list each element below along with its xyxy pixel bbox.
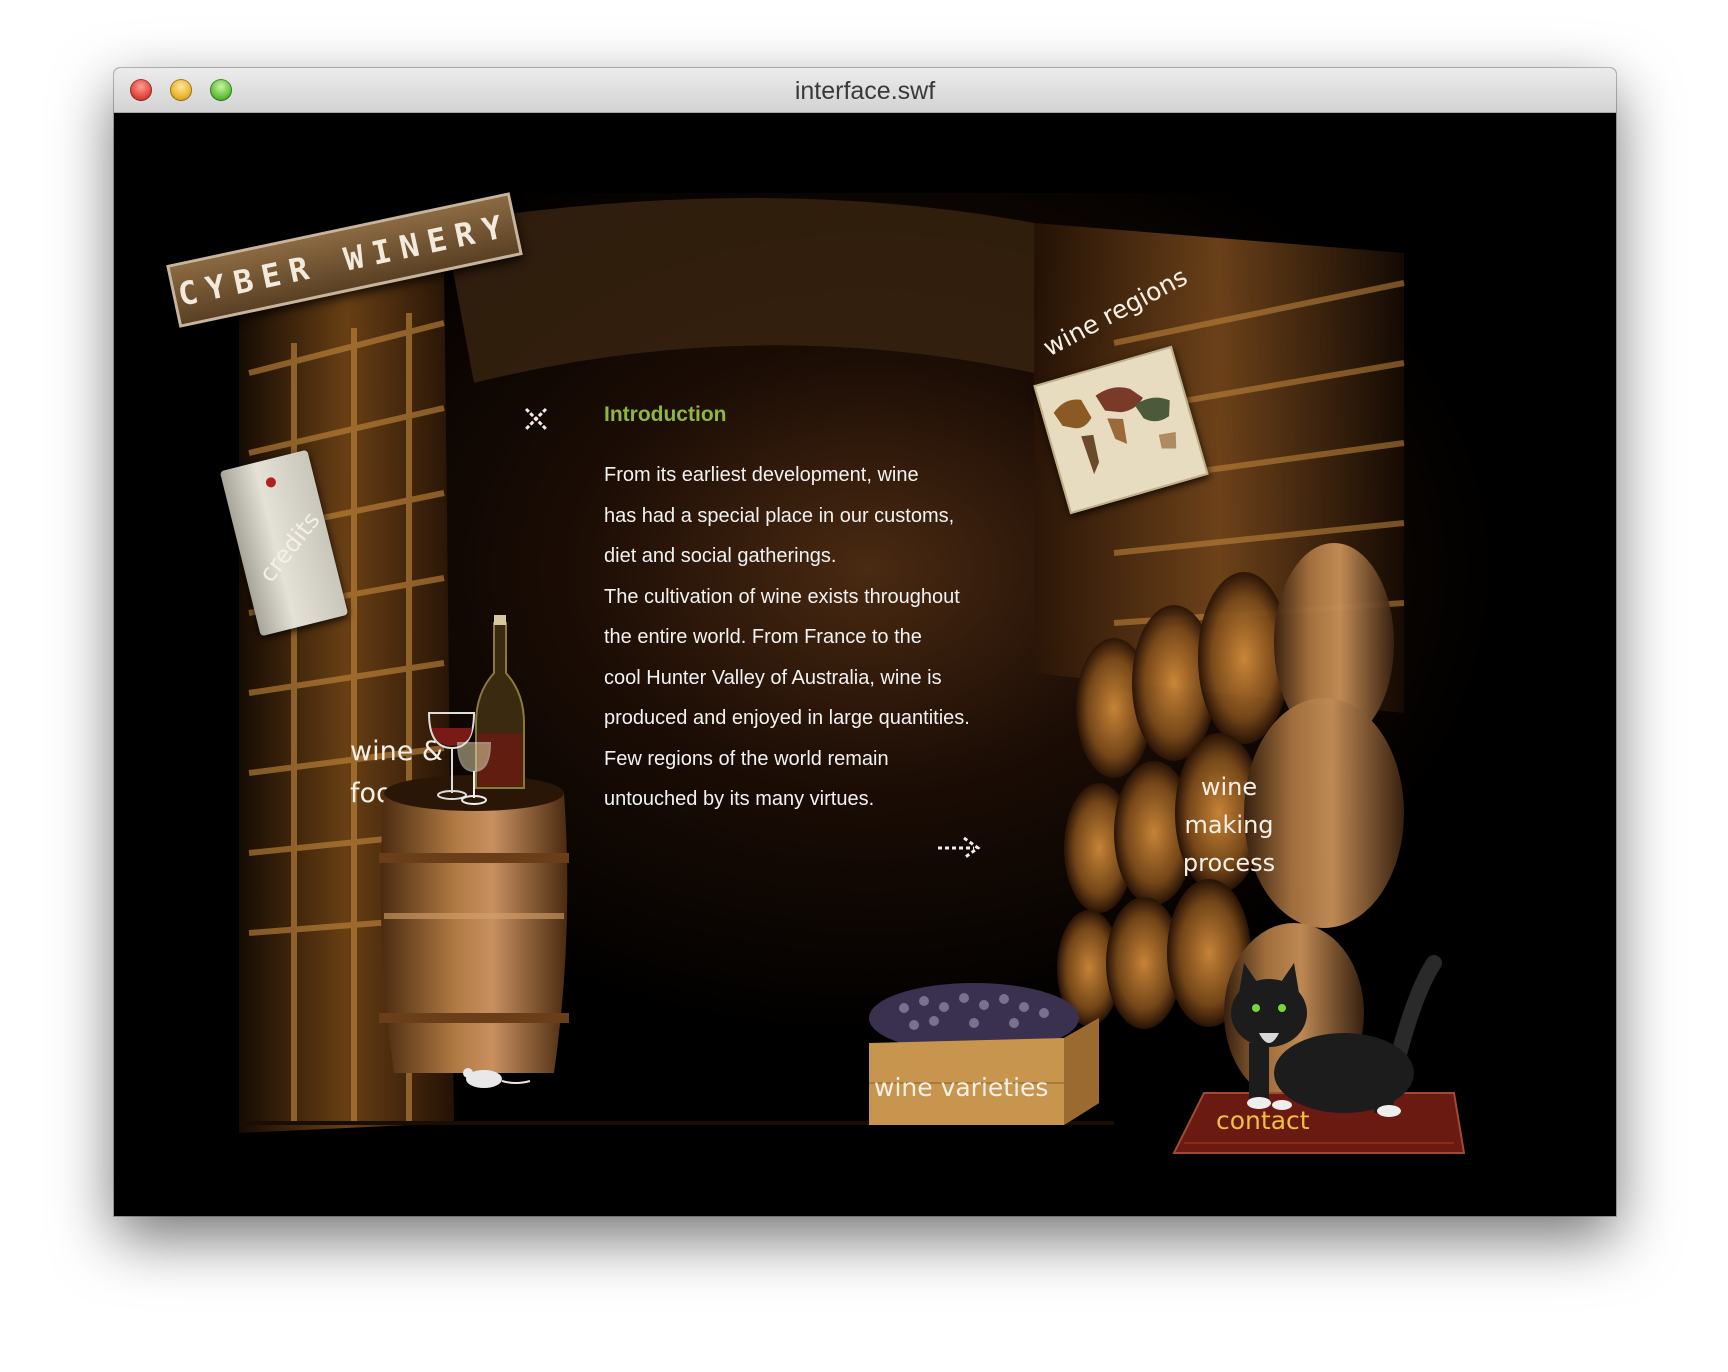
wine-making-label-line2[interactable]: making	[1154, 811, 1304, 839]
intro-line: cool Hunter Valley of Australia, wine is	[604, 666, 942, 689]
grape-crate[interactable]	[864, 963, 1104, 1133]
intro-line: From its earliest development, wine	[604, 464, 919, 486]
intro-line: diet and social gatherings.	[604, 545, 837, 567]
app-window: interface.swf CYBER WINERY wine regions …	[114, 68, 1616, 1216]
intro-line: untouched by its many virtues.	[604, 788, 875, 810]
close-icon[interactable]	[522, 405, 550, 433]
intro-line: has had a special place in our customs,	[604, 504, 955, 527]
title-bar: interface.swf	[114, 68, 1616, 113]
cat-on-rug[interactable]	[1164, 953, 1484, 1173]
intro-line: the entire world. From France to the	[604, 626, 922, 648]
introduction-panel: Introduction From its earliest developme…	[604, 403, 1024, 820]
window-title: interface.swf	[794, 77, 936, 105]
contact-label[interactable]: contact	[1216, 1106, 1310, 1135]
wine-making-label-line3[interactable]: process	[1154, 849, 1304, 877]
intro-line: The cultivation of wine exists throughou…	[604, 585, 960, 608]
barrel-with-wine[interactable]	[374, 613, 574, 1113]
intro-line: Few regions of the world remain	[604, 747, 889, 770]
next-arrow-icon[interactable]	[934, 833, 984, 863]
intro-heading: Introduction	[604, 403, 727, 426]
flash-stage: CYBER WINERY wine regions credits wine &…	[114, 113, 1616, 1216]
mouse-icon[interactable]	[454, 1063, 534, 1093]
wine-making-label-line1[interactable]: wine	[1154, 773, 1304, 801]
intro-body: From its earliest development, wine has …	[604, 455, 1024, 820]
pin-icon	[264, 476, 278, 489]
intro-line: produced and enjoyed in large quantities…	[604, 707, 970, 729]
wine-varieties-label[interactable]: wine varieties	[874, 1073, 1048, 1102]
